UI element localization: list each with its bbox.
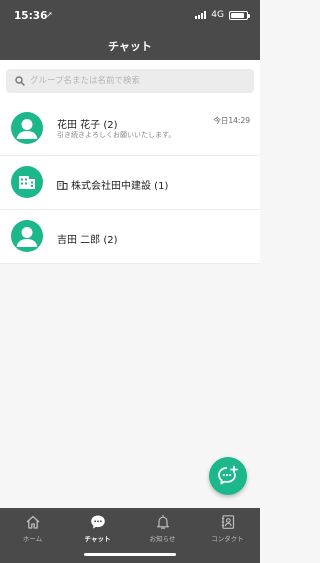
status-time: 15:36 [14,10,48,22]
tab-label: コンタクト [211,535,244,543]
signal-icon [195,11,207,19]
page-title: チャット [108,40,152,53]
chat-title-row: 株式会社田中建設 (1) [57,177,168,192]
person-icon [11,112,43,144]
tab-notifications[interactable]: お知らせ [130,514,195,543]
tab-label: チャット [84,535,111,543]
tab-home[interactable]: ホーム [0,514,65,543]
new-chat-button[interactable] [209,457,247,495]
battery-icon [229,10,250,20]
chat-timestamp: 今日14:29 [213,116,250,125]
home-icon [26,515,39,529]
chat-preview: 引き続きよろしくお願いいたします。 [57,131,176,139]
chat-icon [90,515,105,529]
search-bar [0,60,260,102]
status-bar: 15:36 ➚ 4G [0,0,260,30]
tab-label: ホーム [22,535,43,543]
chat-item[interactable]: 花田 花子 (2) 引き続きよろしくお願いいたします。 今日14:29 [0,102,260,156]
chat-list: 花田 花子 (2) 引き続きよろしくお願いいたします。 今日14:29 株式会社… [0,102,260,264]
home-indicator [84,553,176,556]
chat-name: 吉田 二郎 (2) [57,235,118,246]
battery-level [231,12,244,18]
tab-chat[interactable]: チャット [65,514,130,543]
search-icon [15,76,25,86]
tab-label: お知らせ [149,535,176,543]
chat-name: 株式会社田中建設 (1) [71,181,169,192]
bell-icon [156,514,169,529]
network-type: 4G [211,10,224,20]
person-icon [11,220,43,252]
app-header: 15:36 ➚ 4G チャット [0,0,260,60]
new-chat-icon [218,465,238,485]
location-arrow-icon: ➚ [46,10,53,19]
tab-contacts[interactable]: コンタクト [195,514,260,543]
status-indicators: 4G [195,10,250,20]
chat-item[interactable]: 吉田 二郎 (2) [0,210,260,264]
search-field[interactable] [6,69,254,93]
chat-name: 花田 花子 (2) [57,120,118,131]
chat-item[interactable]: 株式会社田中建設 (1) [0,156,260,210]
building-icon [11,166,43,198]
contact-icon [221,515,234,529]
company-icon [57,180,68,190]
search-input[interactable] [30,69,248,93]
